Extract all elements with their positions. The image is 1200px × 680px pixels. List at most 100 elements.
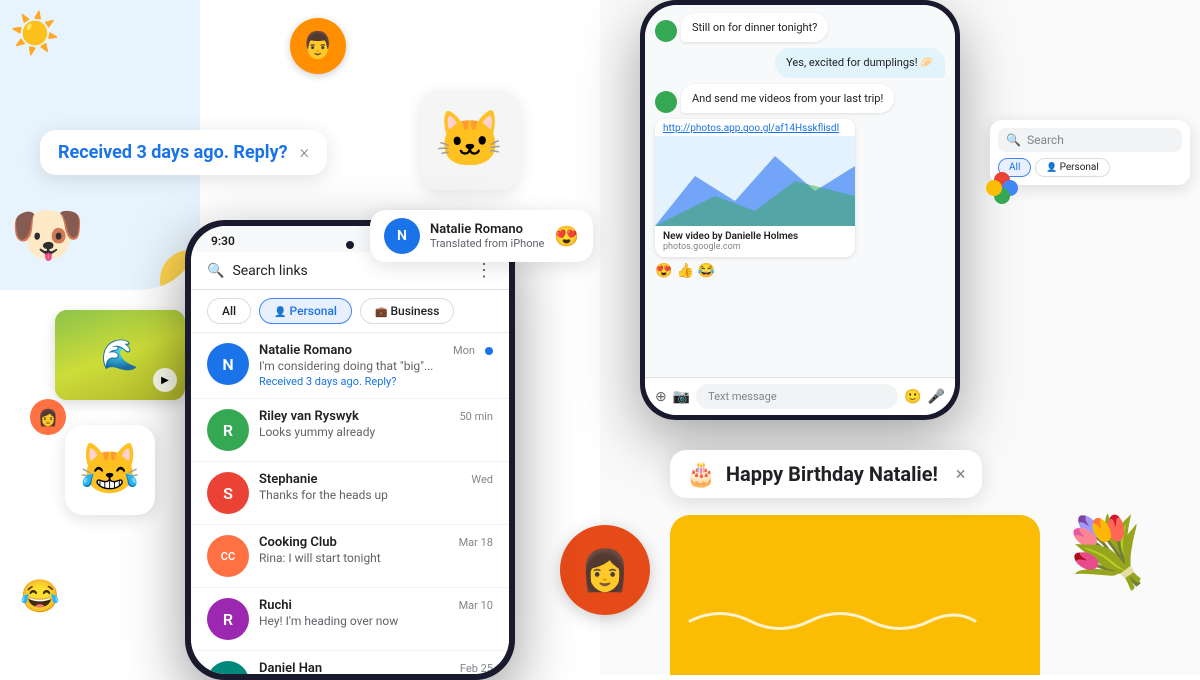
reaction-1[interactable]: 😍 bbox=[655, 263, 672, 279]
phone-right: Still on for dinner tonight? Yes, excite… bbox=[640, 0, 960, 420]
daniel-msg-time: Feb 25 bbox=[460, 662, 493, 674]
reaction-3[interactable]: 😂 bbox=[698, 263, 715, 279]
stephanie-msg-preview: Thanks for the heads up bbox=[259, 488, 493, 502]
stephanie-msg-content: Stephanie Wed Thanks for the heads up bbox=[259, 472, 493, 502]
search-widget-tabs: All 👤Personal bbox=[998, 158, 1182, 177]
ruchi-msg-name: Ruchi bbox=[259, 598, 292, 613]
natalie-msg-name: Natalie Romano bbox=[259, 343, 352, 358]
message-item-natalie[interactable]: N Natalie Romano Mon I'm considering doi… bbox=[191, 333, 509, 399]
natalie-name: Natalie Romano bbox=[430, 222, 544, 237]
received-reply-card: Received 3 days ago. Reply? × bbox=[40, 130, 327, 175]
sw-tab-personal[interactable]: 👤Personal bbox=[1035, 158, 1109, 177]
yellow-bg-rect bbox=[670, 515, 1040, 675]
natalie-msg-time: Mon bbox=[453, 344, 475, 357]
more-options-icon[interactable]: ⋮ bbox=[475, 260, 493, 281]
camera-icon[interactable]: 📷 bbox=[673, 389, 690, 405]
ruchi-avatar: R bbox=[207, 598, 249, 640]
daniel-msg-content: Daniel Han Feb 25 bbox=[259, 661, 493, 674]
tab-personal[interactable]: 👤Personal bbox=[259, 298, 352, 324]
laugh-emoji: 😂 bbox=[20, 577, 60, 615]
natalie-msg-preview: I'm considering doing that "big"... bbox=[259, 359, 475, 373]
phone-left: 9:30 ▲▲▲ WiFi ▐ 🔍 Search links ⋮ All 👤Pe… bbox=[185, 220, 515, 680]
message-item-stephanie[interactable]: S Stephanie Wed Thanks for the heads up bbox=[191, 462, 509, 525]
play-button[interactable]: ▶ bbox=[153, 368, 177, 392]
wavy-birthday-decoration bbox=[680, 601, 980, 645]
natalie-emoji: 😍 bbox=[554, 224, 579, 248]
center-person-avatar: 👩 bbox=[560, 525, 650, 615]
cooking-club-msg-header: Cooking Club Mar 18 bbox=[259, 535, 493, 550]
link-card-title: New video by Danielle Holmes bbox=[663, 231, 847, 242]
message-input[interactable]: Text message bbox=[696, 384, 898, 409]
cooking-club-msg-name: Cooking Club bbox=[259, 535, 337, 550]
natalie-info: Natalie Romano Translated from iPhone bbox=[430, 222, 544, 250]
add-icon[interactable]: ⊕ bbox=[655, 389, 667, 405]
natalie-msg-header: Natalie Romano Mon bbox=[259, 343, 475, 358]
phone-time: 9:30 bbox=[211, 234, 235, 248]
message-item-cooking-club[interactable]: CC Cooking Club Mar 18 Rina: I will star… bbox=[191, 525, 509, 588]
chat-avatar-1 bbox=[655, 20, 677, 42]
stephanie-msg-header: Stephanie Wed bbox=[259, 472, 493, 487]
avatar-top-center: 👨 bbox=[290, 18, 346, 74]
search-widget-text: Search bbox=[1027, 133, 1064, 147]
natalie-reply-prompt: Received 3 days ago. Reply? bbox=[259, 375, 475, 388]
search-widget: 🔍 Search All 👤Personal bbox=[990, 120, 1190, 185]
phone-right-screen: Still on for dinner tonight? Yes, excite… bbox=[645, 5, 955, 415]
link-card-info: New video by Danielle Holmes photos.goog… bbox=[655, 226, 855, 257]
bubble-received-2: And send me videos from your last trip! bbox=[681, 84, 894, 113]
daniel-msg-name: Daniel Han bbox=[259, 661, 322, 674]
small-avatar-left: 👩 bbox=[30, 399, 66, 435]
daniel-msg-header: Daniel Han Feb 25 bbox=[259, 661, 493, 674]
stephanie-avatar: S bbox=[207, 472, 249, 514]
received-text: Received 3 days ago. Reply? bbox=[58, 142, 288, 163]
riley-msg-preview: Looks yummy already bbox=[259, 425, 493, 439]
sw-personal-icon: 👤 bbox=[1046, 163, 1057, 173]
unread-indicator bbox=[485, 347, 493, 355]
link-url-text: http://photos.app.goo.gl/af14HsskflisdI bbox=[655, 119, 855, 136]
riley-msg-header: Riley van Ryswyk 50 min bbox=[259, 409, 493, 424]
ruchi-msg-preview: Hey! I'm heading over now bbox=[259, 614, 493, 628]
tab-business[interactable]: 💼Business bbox=[360, 298, 454, 324]
tab-all[interactable]: All bbox=[207, 298, 251, 324]
mic-icon[interactable]: 🎤 bbox=[928, 389, 945, 405]
filter-tabs: All 👤Personal 💼Business bbox=[191, 290, 509, 333]
personal-icon: 👤 bbox=[274, 307, 286, 318]
received-close-button[interactable]: × bbox=[300, 142, 309, 163]
message-item-daniel[interactable]: D Daniel Han Feb 25 bbox=[191, 651, 509, 674]
riley-msg-time: 50 min bbox=[460, 410, 494, 423]
msg-row-2: And send me videos from your last trip! bbox=[655, 84, 945, 113]
msg-row-1: Still on for dinner tonight? bbox=[655, 13, 945, 42]
bubble-sent-1: Yes, excited for dumplings! 🥟 bbox=[775, 48, 945, 77]
natalie-avatar: N bbox=[384, 218, 420, 254]
birthday-close-button[interactable]: × bbox=[956, 464, 966, 485]
riley-msg-name: Riley van Ryswyk bbox=[259, 409, 359, 424]
birthday-icon: 🎂 bbox=[686, 460, 716, 488]
birthday-card: 🎂 Happy Birthday Natalie! × bbox=[670, 450, 982, 498]
emoji-icon[interactable]: 🙂 bbox=[904, 389, 921, 405]
chat-input-bar: ⊕ 📷 Text message 🙂 🎤 bbox=[645, 377, 955, 415]
business-icon: 💼 bbox=[375, 307, 387, 318]
birthday-text: Happy Birthday Natalie! bbox=[726, 462, 938, 486]
reaction-2[interactable]: 👍 bbox=[676, 263, 693, 279]
search-left: 🔍 Search links bbox=[207, 263, 308, 279]
natalie-msg-content: Natalie Romano Mon I'm considering doing… bbox=[259, 343, 475, 388]
riley-avatar: R bbox=[207, 409, 249, 451]
message-list: N Natalie Romano Mon I'm considering doi… bbox=[191, 333, 509, 674]
sun-illustration: ☀️ bbox=[10, 10, 60, 57]
message-item-riley[interactable]: R Riley van Ryswyk 50 min Looks yummy al… bbox=[191, 399, 509, 462]
ruchi-msg-time: Mar 10 bbox=[459, 599, 493, 612]
video-thumbnail[interactable]: 🌊 ▶ bbox=[55, 310, 185, 400]
ruchi-msg-header: Ruchi Mar 10 bbox=[259, 598, 493, 613]
search-widget-bar[interactable]: 🔍 Search bbox=[998, 128, 1182, 152]
natalie-subtitle: Translated from iPhone bbox=[430, 237, 544, 250]
phone-notch bbox=[346, 241, 354, 249]
chat-avatar-2 bbox=[655, 91, 677, 113]
cat-hat-sticker: 🐱 bbox=[420, 90, 520, 190]
cooking-club-msg-preview: Rina: I will start tonight bbox=[259, 551, 493, 565]
stephanie-msg-time: Wed bbox=[471, 473, 493, 486]
cooking-club-avatar: CC bbox=[207, 535, 249, 577]
message-item-ruchi[interactable]: R Ruchi Mar 10 Hey! I'm heading over now bbox=[191, 588, 509, 651]
search-text: Search links bbox=[232, 263, 307, 279]
ruchi-msg-content: Ruchi Mar 10 Hey! I'm heading over now bbox=[259, 598, 493, 628]
link-preview-card[interactable]: http://photos.app.goo.gl/af14HsskflisdI … bbox=[655, 119, 855, 257]
riley-msg-content: Riley van Ryswyk 50 min Looks yummy alre… bbox=[259, 409, 493, 439]
